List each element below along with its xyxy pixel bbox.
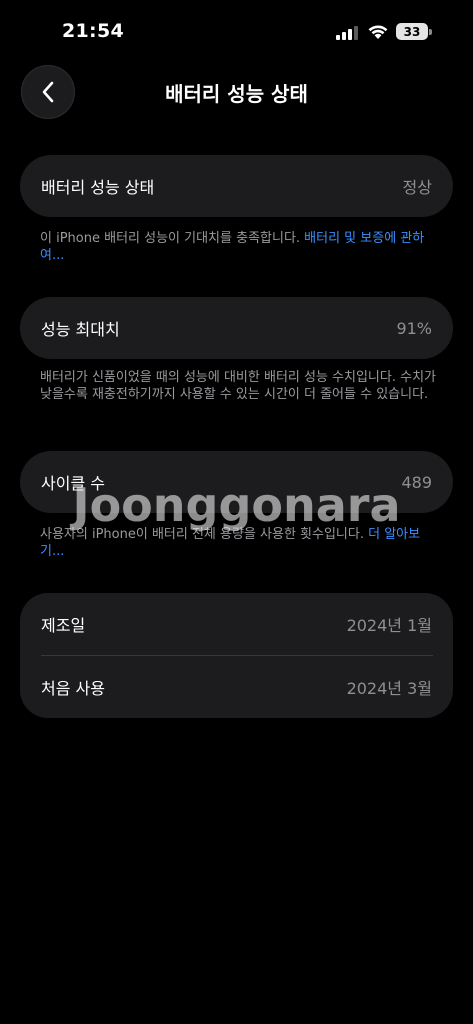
battery-health-footnote: 이 iPhone 배터리 성능이 기대치를 충족합니다. 배터리 및 보증에 관… — [40, 230, 440, 264]
cycle-count-row: 사이클 수 489 — [20, 451, 453, 513]
max-capacity-row: 성능 최대치 91% — [20, 297, 453, 359]
battery-info-group: 제조일 2024년 1월 처음 사용 2024년 3월 — [20, 593, 453, 718]
cycle-count-label: 사이클 수 — [41, 474, 105, 493]
first-use-label: 처음 사용 — [41, 679, 105, 698]
cycle-count-value: 489 — [401, 472, 432, 492]
battery-level: 33 — [396, 23, 428, 40]
wifi-icon — [368, 25, 388, 39]
cycle-count-description: 사용자의 iPhone이 배터리 전체 용량을 사용한 횟수입니다. — [40, 527, 369, 542]
battery-health-row[interactable]: 배터리 성능 상태 정상 — [20, 155, 453, 217]
first-use-value: 2024년 3월 — [346, 679, 432, 698]
battery-health-value: 정상 — [402, 178, 432, 197]
page-title: 배터리 성능 상태 — [165, 82, 308, 106]
battery-icon: 33 — [396, 23, 432, 40]
status-time: 21:54 — [62, 20, 124, 42]
cellular-signal-icon — [336, 26, 358, 40]
first-use-row: 처음 사용 2024년 3월 — [20, 656, 453, 718]
battery-health-screen: 21:54 33 배터리 성능 상태 배터리 성능 상태 정상 이 iPhone… — [0, 0, 473, 1024]
max-capacity-value: 91% — [396, 318, 432, 338]
max-capacity-footnote: 배터리가 신품이었을 때의 성능에 대비한 배터리 성능 수치입니다. 수치가 … — [40, 370, 436, 402]
manufacture-date-value: 2024년 1월 — [346, 616, 432, 635]
cycle-count-footnote: 사용자의 iPhone이 배터리 전체 용량을 사용한 횟수입니다. 더 알아보… — [40, 526, 440, 560]
manufacture-date-row: 제조일 2024년 1월 — [20, 593, 453, 655]
battery-health-description: 이 iPhone 배터리 성능이 기대치를 충족합니다. — [40, 231, 305, 246]
battery-tip — [429, 29, 432, 35]
max-capacity-label: 성능 최대치 — [41, 320, 120, 339]
battery-health-label: 배터리 성능 상태 — [41, 178, 155, 197]
manufacture-date-label: 제조일 — [41, 616, 86, 635]
status-bar: 21:54 33 — [0, 0, 473, 60]
